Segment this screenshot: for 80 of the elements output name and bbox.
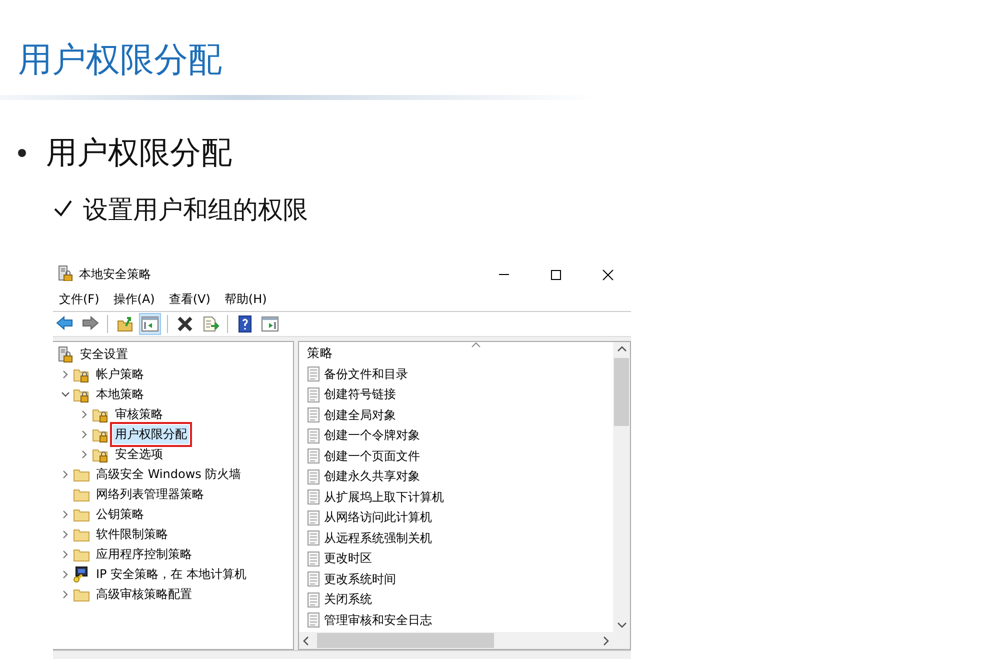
vertical-scrollbar[interactable] bbox=[613, 342, 630, 632]
policy-icon bbox=[307, 386, 321, 403]
policy-icon bbox=[307, 530, 321, 546]
tree-item[interactable]: 审核策略 bbox=[113, 404, 165, 424]
slide-title: 用户权限分配 bbox=[18, 39, 222, 82]
policy-icon bbox=[307, 428, 321, 444]
expand-chevron-icon[interactable] bbox=[60, 550, 70, 558]
policy-item[interactable]: 更改时区 bbox=[324, 550, 372, 568]
check-mark-icon bbox=[53, 198, 73, 218]
policy-item[interactable]: 备份文件和目录 bbox=[324, 366, 408, 383]
minimize-icon bbox=[499, 274, 509, 275]
tree-item[interactable]: 帐户策略 bbox=[94, 364, 146, 384]
maximize-icon bbox=[550, 268, 562, 280]
policy-item[interactable]: 更改系统时间 bbox=[324, 570, 396, 588]
column-header-text: 策略 bbox=[307, 344, 333, 362]
policy-item[interactable]: 从远程系统强制关机 bbox=[324, 530, 432, 547]
expand-chevron-icon[interactable] bbox=[80, 410, 88, 418]
policy-icon bbox=[307, 366, 321, 382]
scrollbar-thumb[interactable] bbox=[317, 633, 494, 648]
forward-arrow-icon bbox=[81, 315, 99, 333]
tree-item[interactable]: 公钥策略 bbox=[94, 504, 146, 524]
menu-item[interactable]: 查看(V) bbox=[162, 290, 218, 308]
checklist-text: 设置用户和组的权限 bbox=[83, 194, 308, 226]
policy-item[interactable]: 创建全局对象 bbox=[324, 406, 396, 424]
policy-item[interactable]: 从扩展坞上取下计算机 bbox=[324, 488, 444, 506]
horizontal-scrollbar[interactable] bbox=[299, 632, 613, 649]
help-icon bbox=[236, 315, 254, 333]
bullet-icon bbox=[18, 149, 26, 157]
policy-icon bbox=[307, 550, 321, 567]
policy-icon bbox=[307, 612, 321, 628]
tree-item[interactable]: 高级审核策略配置 bbox=[94, 584, 194, 604]
tree-item[interactable]: 软件限制策略 bbox=[94, 524, 170, 544]
policy-item[interactable]: 创建符号链接 bbox=[324, 386, 396, 404]
tree-item[interactable]: 安全选项 bbox=[113, 444, 165, 464]
close-icon bbox=[602, 268, 614, 280]
menu-item[interactable]: 操作(A) bbox=[107, 290, 163, 308]
export-list-icon bbox=[201, 315, 219, 333]
server-lock-icon bbox=[57, 346, 74, 362]
policy-icon bbox=[307, 468, 321, 485]
policy-item[interactable]: 创建一个令牌对象 bbox=[324, 427, 420, 444]
expand-chevron-icon[interactable] bbox=[60, 470, 70, 478]
action-pane-icon bbox=[261, 315, 279, 333]
expand-chevron-icon[interactable] bbox=[80, 430, 88, 438]
tree-item[interactable]: 用户权限分配 bbox=[113, 424, 189, 444]
back-arrow-icon bbox=[56, 315, 74, 333]
expand-chevron-icon[interactable] bbox=[60, 370, 70, 378]
policy-item[interactable]: 关闭系统 bbox=[324, 591, 372, 608]
expand-chevron-icon[interactable] bbox=[80, 450, 88, 458]
window-title: 本地安全策略 bbox=[79, 266, 152, 283]
folder-up-icon bbox=[116, 315, 134, 333]
tree-item[interactable]: 本地策略 bbox=[94, 384, 146, 404]
tree-item[interactable]: 高级安全 Windows 防火墙 bbox=[94, 464, 244, 484]
expand-chevron-icon[interactable] bbox=[60, 590, 70, 598]
menu-item[interactable]: 文件(F) bbox=[53, 290, 108, 308]
tree-item[interactable]: 网络列表管理器策略 bbox=[94, 484, 206, 504]
policy-item[interactable]: 管理审核和安全日志 bbox=[324, 612, 432, 629]
policy-icon bbox=[307, 571, 321, 588]
bullet-text: 用户权限分配 bbox=[46, 134, 232, 173]
console-tree-icon bbox=[141, 315, 159, 333]
policy-item[interactable]: 从网络访问此计算机 bbox=[324, 509, 432, 526]
tree-item[interactable]: IP 安全策略，在 本地计算机 bbox=[94, 564, 248, 584]
policy-icon bbox=[307, 592, 321, 608]
delete-icon bbox=[176, 315, 194, 333]
policy-icon bbox=[307, 510, 321, 526]
policy-icon bbox=[307, 489, 321, 506]
menu-item[interactable]: 帮助(H) bbox=[218, 290, 275, 308]
computer-key-icon bbox=[73, 566, 90, 582]
collapse-chevron-icon[interactable] bbox=[60, 390, 70, 398]
app-icon bbox=[57, 265, 73, 281]
policy-icon bbox=[307, 407, 321, 424]
tree-item[interactable]: 安全设置 bbox=[78, 344, 130, 364]
policy-item[interactable]: 创建一个页面文件 bbox=[324, 448, 420, 465]
expand-chevron-icon[interactable] bbox=[60, 510, 70, 518]
policy-icon bbox=[307, 448, 321, 464]
expand-chevron-icon[interactable] bbox=[60, 530, 70, 538]
policy-item[interactable]: 创建永久共享对象 bbox=[324, 468, 420, 486]
expand-chevron-icon[interactable] bbox=[60, 570, 70, 578]
sort-caret-icon bbox=[471, 342, 481, 348]
scrollbar-thumb[interactable] bbox=[614, 358, 629, 426]
tree-item[interactable]: 应用程序控制策略 bbox=[94, 544, 194, 564]
